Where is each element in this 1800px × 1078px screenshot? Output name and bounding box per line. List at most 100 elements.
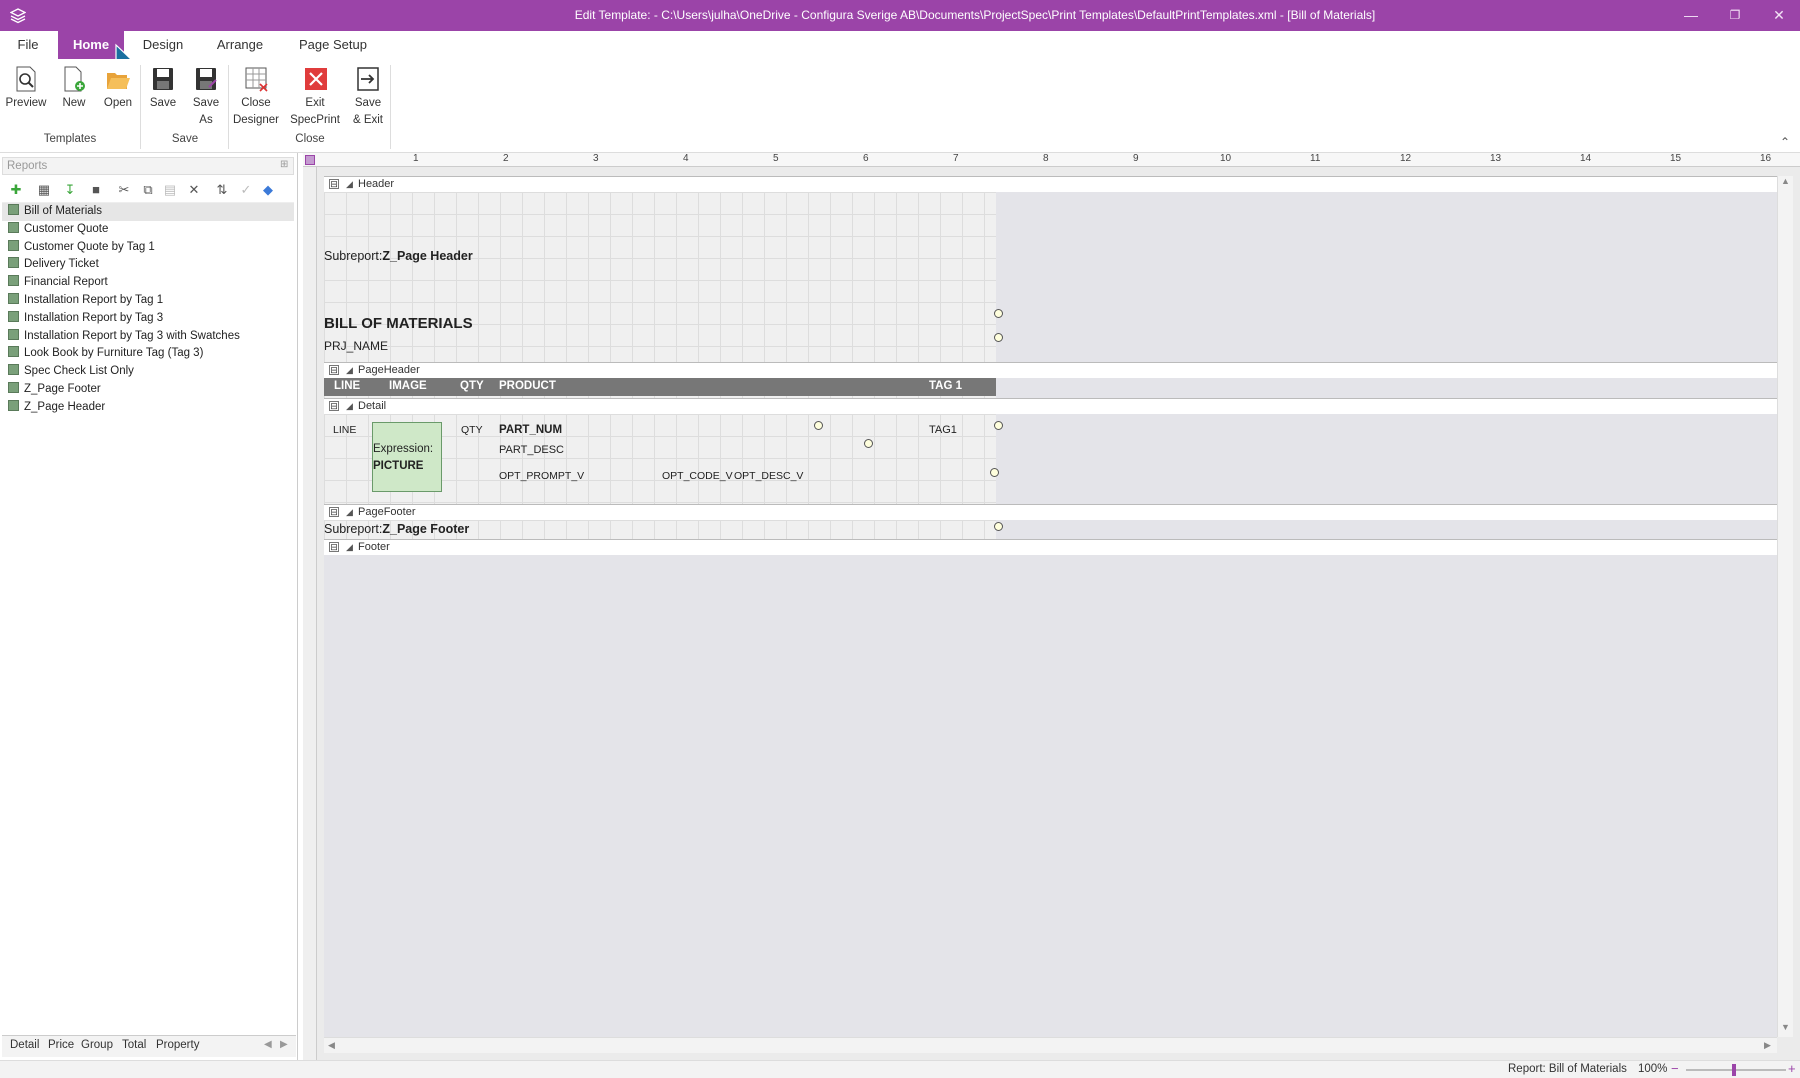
- report-item[interactable]: Z_Page Footer: [2, 381, 294, 399]
- report-item[interactable]: Customer Quote: [2, 221, 294, 239]
- open-button[interactable]: Open: [100, 65, 136, 112]
- vertical-scrollbar[interactable]: ▲ ▼: [1777, 176, 1793, 1037]
- tab-property[interactable]: Property: [156, 1039, 199, 1051]
- tab-total[interactable]: Total: [122, 1039, 146, 1051]
- prj-name-field[interactable]: PRJ_NAME: [324, 339, 388, 353]
- tab-price[interactable]: Price: [48, 1039, 74, 1051]
- tab-scroll-left-icon[interactable]: ◀: [264, 1039, 272, 1050]
- report-item[interactable]: Installation Report by Tag 3 with Swatch…: [2, 328, 294, 346]
- tab-design[interactable]: Design: [134, 31, 192, 59]
- opt-prompt-field[interactable]: OPT_PROMPT_V: [499, 470, 584, 482]
- field-handle-icon[interactable]: [990, 468, 999, 477]
- cut-icon[interactable]: ✂: [116, 182, 132, 198]
- part-num-field[interactable]: PART_NUM: [499, 424, 562, 436]
- open-label: Open: [103, 97, 133, 109]
- close-designer-button[interactable]: Close Designer: [232, 65, 280, 129]
- save-disk-icon: [150, 65, 176, 93]
- subreport-page-footer[interactable]: Subreport:Z_Page Footer: [324, 522, 469, 536]
- field-handle-icon[interactable]: [994, 522, 1003, 531]
- save-as-button[interactable]: Save As: [188, 65, 224, 129]
- save-label: Save: [149, 97, 177, 109]
- copy-icon[interactable]: ⧉: [140, 182, 156, 198]
- part-desc-field[interactable]: PART_DESC: [499, 444, 564, 456]
- tab-file[interactable]: File: [8, 31, 48, 59]
- report-item[interactable]: Look Book by Furniture Tag (Tag 3): [2, 345, 294, 363]
- tag1-field[interactable]: TAG1: [929, 424, 957, 436]
- collapse-icon[interactable]: ⊟: [329, 179, 339, 189]
- band-header[interactable]: ⊟ ◢ Header: [324, 176, 1777, 192]
- report-item[interactable]: Spec Check List Only: [2, 363, 294, 381]
- preview-icon: [13, 65, 39, 93]
- field-handle-icon[interactable]: [994, 421, 1003, 430]
- column-header-image[interactable]: IMAGE: [389, 380, 427, 392]
- line-field[interactable]: LINE: [333, 424, 356, 436]
- report-item[interactable]: Bill of Materials: [2, 203, 294, 221]
- restore-icon[interactable]: ❐: [1720, 5, 1750, 25]
- zoom-slider[interactable]: [1686, 1064, 1786, 1076]
- exit-specprint-button[interactable]: Exit SpecPrint: [290, 65, 340, 129]
- column-header-product[interactable]: PRODUCT: [499, 380, 556, 392]
- save-exit-button[interactable]: Save & Exit: [350, 65, 386, 129]
- field-handle-icon[interactable]: [994, 309, 1003, 318]
- report-item[interactable]: Z_Page Header: [2, 399, 294, 417]
- new-button[interactable]: New: [56, 65, 92, 112]
- exit-label-2: SpecPrint: [290, 114, 340, 126]
- horizontal-scrollbar[interactable]: ◀ ▶: [324, 1037, 1777, 1053]
- report-item[interactable]: Customer Quote by Tag 1: [2, 239, 294, 257]
- paste-icon[interactable]: ▤: [162, 182, 178, 198]
- opt-desc-field[interactable]: OPT_DESC_V: [734, 470, 803, 482]
- subreport-page-header[interactable]: Subreport:Z_Page Header: [324, 249, 473, 263]
- collapse-icon[interactable]: ⊟: [329, 507, 339, 517]
- picture-expression-field[interactable]: Expression: PICTURE: [372, 422, 442, 492]
- minimize-icon[interactable]: —: [1676, 5, 1706, 25]
- report-item[interactable]: Financial Report: [2, 274, 294, 292]
- tab-detail[interactable]: Detail: [10, 1039, 39, 1051]
- tab-arrange[interactable]: Arrange: [210, 31, 270, 59]
- import-icon[interactable]: ↧: [62, 182, 78, 198]
- report-item[interactable]: Delivery Ticket: [2, 256, 294, 274]
- zoom-out-icon[interactable]: −: [1671, 1061, 1679, 1076]
- delete-icon[interactable]: ✕: [186, 182, 202, 198]
- opt-code-field[interactable]: OPT_CODE_V: [662, 470, 733, 482]
- qty-field[interactable]: QTY: [461, 424, 483, 436]
- band-footer[interactable]: ⊟ ◢ Footer: [324, 539, 1777, 555]
- sort-icon[interactable]: ⇅: [214, 182, 230, 198]
- tab-page-setup[interactable]: Page Setup: [293, 31, 373, 59]
- report-icon: [8, 381, 19, 393]
- column-header-line[interactable]: LINE: [334, 380, 360, 392]
- collapse-icon[interactable]: ⊟: [329, 401, 339, 411]
- column-header-qty[interactable]: QTY: [460, 380, 484, 392]
- column-header-tag1[interactable]: TAG 1: [929, 380, 962, 392]
- add-group-icon[interactable]: ▦: [36, 182, 52, 198]
- field-handle-icon[interactable]: [994, 333, 1003, 342]
- collapse-icon[interactable]: ⊟: [329, 365, 339, 375]
- field-handle-icon[interactable]: [864, 439, 873, 448]
- pin-icon[interactable]: ⊞: [280, 159, 288, 170]
- field-handle-icon[interactable]: [814, 421, 823, 430]
- save-report-icon[interactable]: ■: [88, 182, 104, 198]
- close-window-icon[interactable]: ✕: [1764, 5, 1794, 25]
- report-item[interactable]: Installation Report by Tag 1: [2, 292, 294, 310]
- collapse-icon[interactable]: ⊟: [329, 542, 339, 552]
- scroll-down-icon[interactable]: ▼: [1781, 1022, 1790, 1032]
- band-triangle-icon: ◢: [346, 507, 353, 517]
- tab-scroll-right-icon[interactable]: ▶: [280, 1039, 288, 1050]
- band-detail[interactable]: ⊟ ◢ Detail: [324, 398, 1777, 414]
- scroll-up-icon[interactable]: ▲: [1781, 176, 1790, 186]
- report-title[interactable]: BILL OF MATERIALS: [324, 315, 473, 332]
- save-button[interactable]: Save: [146, 65, 180, 112]
- zoom-in-icon[interactable]: +: [1788, 1061, 1796, 1076]
- collapse-ribbon-icon[interactable]: ⌃: [1780, 135, 1790, 149]
- add-report-icon[interactable]: ✚: [8, 182, 24, 198]
- report-item[interactable]: Installation Report by Tag 3: [2, 310, 294, 328]
- zoom-slider-thumb[interactable]: [1732, 1064, 1736, 1076]
- tab-group[interactable]: Group: [81, 1039, 113, 1051]
- scroll-right-icon[interactable]: ▶: [1764, 1040, 1771, 1051]
- band-page-footer[interactable]: ⊟ ◢ PageFooter: [324, 504, 1777, 520]
- check-icon[interactable]: ✓: [238, 182, 254, 198]
- save-exit-label-2: & Exit: [352, 114, 384, 126]
- preview-button[interactable]: Preview: [4, 65, 48, 112]
- scroll-left-icon[interactable]: ◀: [328, 1040, 335, 1051]
- dropdown-arrow-icon[interactable]: ◆: [260, 182, 276, 198]
- band-page-header[interactable]: ⊟ ◢ PageHeader: [324, 362, 1777, 378]
